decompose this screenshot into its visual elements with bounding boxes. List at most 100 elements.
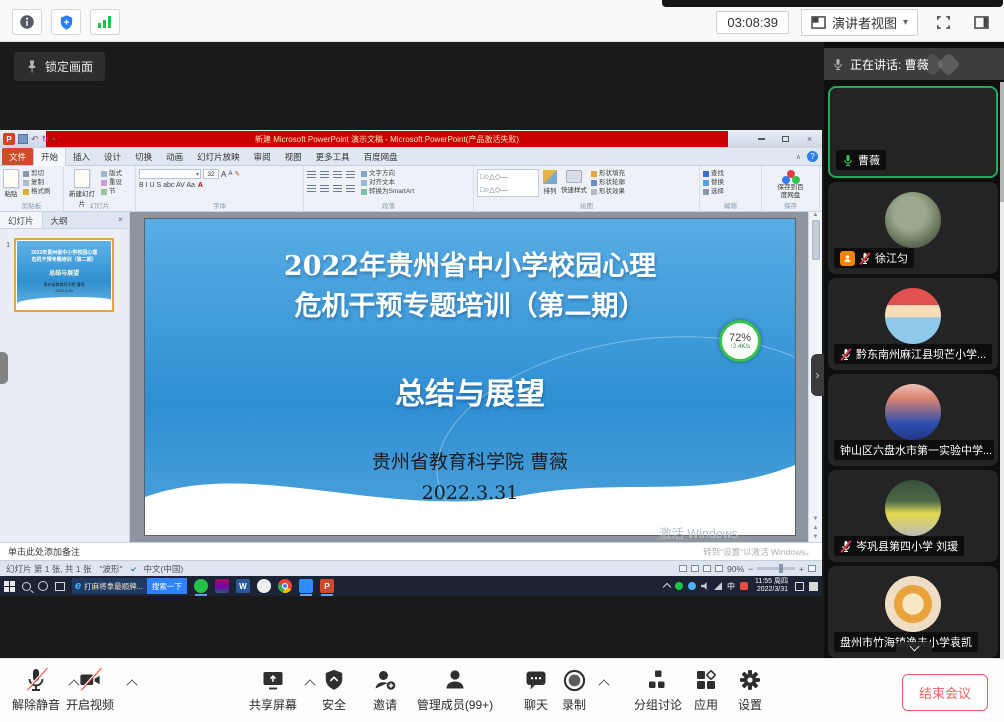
sorter-view-icon[interactable] xyxy=(691,565,699,572)
search-button[interactable]: 搜索一下 xyxy=(147,578,187,594)
taskbar-news-search[interactable]: e 打麻将拿最顺牌... 搜索一下 xyxy=(72,578,187,594)
winrar-icon[interactable] xyxy=(215,579,229,593)
news-headline[interactable]: 打麻将拿最顺牌... xyxy=(84,581,147,592)
network-speed-widget[interactable]: 72% ↑2.4K/s xyxy=(719,320,761,362)
undo-icon[interactable]: ↶ xyxy=(31,134,39,144)
tray-blue-icon[interactable] xyxy=(688,582,696,590)
shapes-gallery[interactable]: □○△◇— □○△◇— xyxy=(477,169,539,197)
text-direction-button[interactable]: 文字方向 xyxy=(361,169,414,178)
paste-label[interactable]: 粘贴 xyxy=(3,188,19,198)
clear-format-button[interactable]: ✎ xyxy=(234,170,240,178)
ppt-tab-animations[interactable]: 动画 xyxy=(159,148,190,165)
participant-tile[interactable]: 黔东南州麻江县坝芒小学... xyxy=(828,278,998,370)
notes-placeholder[interactable]: 单击此处添加备注 xyxy=(8,545,80,558)
align-left-icon[interactable] xyxy=(307,185,316,193)
ppt-tab-transitions[interactable]: 切换 xyxy=(128,148,159,165)
powerpoint-taskbar-icon[interactable]: P xyxy=(320,579,334,593)
reading-view-icon[interactable] xyxy=(703,565,711,572)
slideshow-view-icon[interactable] xyxy=(715,565,723,572)
ppt-tab-insert[interactable]: 插入 xyxy=(66,148,97,165)
scroll-down-icon[interactable]: ▼ xyxy=(813,516,819,522)
qat-dropdown-icon[interactable]: ▾ xyxy=(52,136,55,143)
copy-button[interactable]: 复制 xyxy=(23,178,51,187)
cortana-icon[interactable] xyxy=(38,581,48,591)
apps-button[interactable]: 应用 xyxy=(684,666,728,713)
sidebar-collapse-handle[interactable]: › xyxy=(811,354,824,396)
grow-font-button[interactable]: A xyxy=(221,170,226,179)
layout-button[interactable]: 版式 xyxy=(101,169,122,178)
justify-icon[interactable] xyxy=(346,185,355,193)
arrange-label[interactable]: 排列 xyxy=(543,185,557,195)
ppt-tab-file[interactable]: 文件 xyxy=(2,148,33,165)
word-icon[interactable]: W xyxy=(236,579,250,593)
chrome-icon[interactable] xyxy=(278,579,292,593)
font-name-select[interactable]: ▾ xyxy=(139,169,201,179)
panel-tab-slides[interactable]: 幻灯片 xyxy=(0,212,43,228)
meeting-app-icon[interactable] xyxy=(299,579,313,593)
view-mode-button[interactable]: 演讲者视图 ▾ xyxy=(801,9,918,36)
ppt-tab-baidu[interactable]: 百度网盘 xyxy=(357,148,405,165)
font-size-select[interactable]: 32 xyxy=(203,169,219,179)
indent-decrease-icon[interactable] xyxy=(333,171,342,179)
zoom-slider[interactable] xyxy=(757,567,795,570)
left-edge-handle[interactable] xyxy=(0,352,8,384)
task-view-icon[interactable] xyxy=(55,582,65,591)
baidu-netdisk-icon[interactable] xyxy=(782,170,800,184)
participant-tile[interactable]: 徐江匀 xyxy=(828,182,998,274)
network-status-button[interactable] xyxy=(90,9,120,35)
end-meeting-button[interactable]: 结束会议 xyxy=(902,674,988,711)
sidebar-scrollbar[interactable] xyxy=(1000,82,1004,658)
normal-view-icon[interactable] xyxy=(679,565,687,572)
align-right-icon[interactable] xyxy=(333,185,342,193)
volume-icon[interactable] xyxy=(701,582,709,590)
layout-toggle-button[interactable] xyxy=(968,11,994,35)
indent-increase-icon[interactable] xyxy=(346,171,355,179)
find-button[interactable]: 查找 xyxy=(703,169,758,178)
start-video-button[interactable]: 开启视频 xyxy=(56,666,124,713)
align-text-button[interactable]: 对齐文本 xyxy=(361,178,414,187)
fit-window-icon[interactable] xyxy=(808,565,816,572)
slide-canvas[interactable]: 2022年贵州省中小学校园心理 危机干预专题培训（第二期） 总结与展望 贵州省教… xyxy=(144,218,796,536)
scroll-up-icon[interactable]: ▲ xyxy=(813,212,819,218)
reset-button[interactable]: 重设 xyxy=(101,178,122,187)
video-options-caret[interactable] xyxy=(126,679,137,690)
shape-effects-button[interactable]: 形状效果 xyxy=(591,187,625,196)
cut-button[interactable]: 剪切 xyxy=(23,169,51,178)
taskbar-app-green-icon[interactable] xyxy=(194,579,208,593)
paste-icon[interactable] xyxy=(3,169,19,188)
bullets-icon[interactable] xyxy=(307,171,316,179)
zoom-out-icon[interactable]: − xyxy=(748,564,753,574)
fullscreen-button[interactable] xyxy=(930,11,956,35)
redo-icon[interactable]: ↻ xyxy=(42,134,50,144)
ppt-notes-bar[interactable]: 单击此处添加备注 转到"设置"以激活 Windows。 xyxy=(0,542,822,560)
manage-members-button[interactable]: 管理成员(99+) xyxy=(408,666,502,713)
ppt-tab-review[interactable]: 审阅 xyxy=(247,148,278,165)
settings-button[interactable]: 设置 xyxy=(728,666,772,713)
participant-tile[interactable]: 钟山区六盘水市第一实验中学... xyxy=(828,374,998,466)
replace-button[interactable]: 替换 xyxy=(703,178,758,187)
align-center-icon[interactable] xyxy=(320,185,329,193)
participant-tile[interactable]: 曹薇 xyxy=(828,86,998,178)
font-color-button[interactable]: A xyxy=(198,182,203,189)
quick-styles-label[interactable]: 快速样式 xyxy=(561,184,587,194)
qq-icon[interactable] xyxy=(257,579,271,593)
ppt-tab-view[interactable]: 视图 xyxy=(278,148,309,165)
panel-tab-outline[interactable]: 大纲 xyxy=(43,212,76,228)
shrink-font-button[interactable]: A xyxy=(228,171,232,177)
invite-button[interactable]: 邀请 xyxy=(362,666,408,713)
smartart-button[interactable]: 转换为SmartArt xyxy=(361,187,414,196)
tray-expand-icon[interactable] xyxy=(663,583,671,591)
security-toolbar-button[interactable]: 安全 xyxy=(312,666,356,713)
ppt-tab-home[interactable]: 开始 xyxy=(33,147,66,166)
scrollbar-thumb[interactable] xyxy=(812,220,820,260)
slide-thumbnail[interactable]: 2022年贵州省中小学校园心理危机干预专题培训（第二期） 总结与展望 贵州省教育… xyxy=(14,238,114,312)
breakout-rooms-button[interactable]: 分组讨论 xyxy=(626,666,690,713)
shape-fill-button[interactable]: 形状填充 xyxy=(591,169,625,178)
select-button[interactable]: 选择 xyxy=(703,187,758,196)
ppt-quick-access-toolbar[interactable]: P ↶ ↻ ▾ xyxy=(0,133,55,145)
action-center-icon[interactable] xyxy=(795,582,804,591)
arrange-icon[interactable] xyxy=(543,170,557,184)
next-slide-icon[interactable]: ▼ xyxy=(813,534,819,540)
zoom-in-icon[interactable]: + xyxy=(799,564,804,574)
record-options-caret[interactable] xyxy=(598,679,609,690)
